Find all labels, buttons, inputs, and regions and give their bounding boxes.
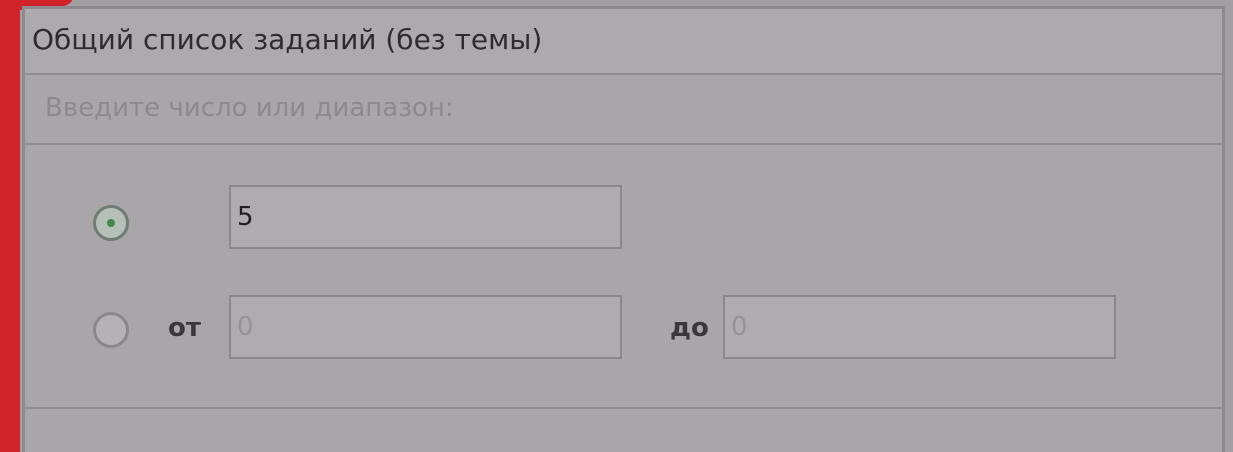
radio-selected-dot (107, 219, 115, 227)
task-selection-panel: Общий список заданий (без темы) Введите … (22, 6, 1225, 452)
hint-text: Введите число или диапазон: (45, 93, 454, 123)
accent-strip (0, 0, 20, 452)
single-number-radio[interactable] (93, 205, 129, 241)
hint-row: Введите число или диапазон: (25, 75, 1222, 145)
single-number-input[interactable]: 5 (229, 185, 622, 249)
range-to-label: до (670, 313, 709, 343)
range-to-input[interactable]: 0 (723, 295, 1116, 359)
range-from-label: от (168, 313, 201, 343)
bottom-divider (25, 407, 1222, 409)
range-radio[interactable] (93, 312, 129, 348)
panel-title: Общий список заданий (без темы) (32, 23, 543, 56)
panel-header: Общий список заданий (без темы) (25, 9, 1222, 75)
range-from-input[interactable]: 0 (229, 295, 622, 359)
